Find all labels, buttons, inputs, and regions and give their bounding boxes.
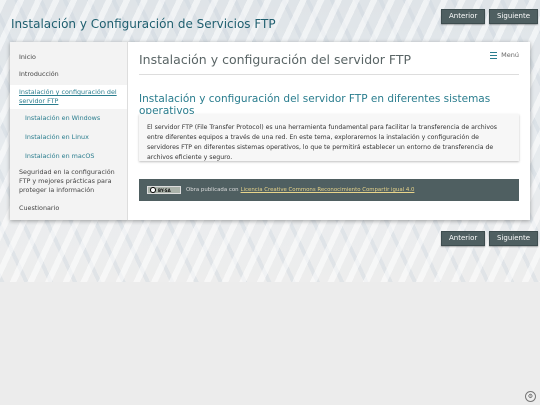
creative-commons-badge-icon: BY-SA: [147, 186, 181, 194]
site-title: Instalación y Configuración de Servicios…: [11, 17, 276, 31]
hamburger-icon: [490, 51, 498, 59]
content-paragraph-box: El servidor FTP (File Transfer Protocol)…: [139, 114, 519, 161]
sidebar-item-instalacion-configuracion[interactable]: Instalación y configuración del servidor…: [10, 85, 127, 109]
sidebar-nav: Inicio Introducción Instalación y config…: [10, 42, 128, 220]
sidebar-item-inicio[interactable]: Inicio: [10, 50, 127, 65]
next-button-top[interactable]: Siguiente: [489, 9, 539, 24]
sidebar-item-macos[interactable]: Instalación en macOS: [10, 149, 127, 164]
sidebar-item-cuestionario[interactable]: Cuestionario: [10, 201, 127, 216]
previous-button-bottom[interactable]: Anterior: [441, 231, 486, 246]
previous-button-top[interactable]: Anterior: [441, 9, 486, 24]
accessibility-icon[interactable]: ⚙: [525, 391, 536, 402]
sidebar-item-windows[interactable]: Instalación en Windows: [10, 111, 127, 126]
sidebar-item-seguridad[interactable]: Seguridad en la configuración FTP y mejo…: [10, 165, 127, 198]
sidebar-item-introduccion[interactable]: Introducción: [10, 67, 127, 82]
content-card: Inicio Introducción Instalación y config…: [10, 42, 530, 220]
license-link[interactable]: Licencia Creative Commons Reconocimiento…: [241, 187, 415, 193]
cc-logo-icon: [150, 187, 156, 193]
license-bar: BY-SA Obra publicada con Licencia Creati…: [139, 179, 519, 201]
sidebar-item-linux[interactable]: Instalación en Linux: [10, 130, 127, 145]
page-title: Instalación y configuración del servidor…: [139, 52, 519, 75]
next-button-bottom[interactable]: Siguiente: [489, 231, 539, 246]
body-text: El servidor FTP (File Transfer Protocol)…: [147, 124, 498, 161]
menu-label: Menú: [501, 51, 519, 59]
menu-toggle[interactable]: Menú: [490, 51, 519, 59]
license-prefix: Obra publicada con: [186, 187, 239, 193]
